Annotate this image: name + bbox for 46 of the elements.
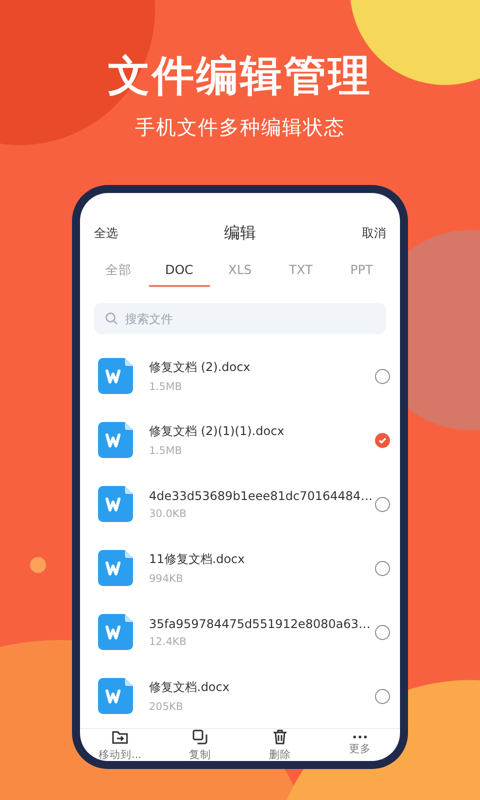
- file-name: 修复文档.docx: [149, 679, 230, 696]
- file-type-tab[interactable]: XLS: [210, 262, 270, 287]
- file-size: 12.4KB: [149, 636, 188, 648]
- background-dot: [30, 557, 46, 573]
- subheadline: 手机文件多种编辑状态: [135, 114, 345, 141]
- word-file-icon: [98, 678, 133, 714]
- file-type-tab[interactable]: PPT: [331, 262, 392, 287]
- folder-arrow-icon: [112, 729, 128, 745]
- action-button[interactable]: 移动到...: [85, 729, 155, 761]
- search-icon: [105, 312, 118, 325]
- word-file-icon: [98, 358, 133, 394]
- file-type-tab[interactable]: 全部: [88, 262, 149, 287]
- select-radio[interactable]: [375, 496, 390, 512]
- select-radio[interactable]: [375, 560, 390, 576]
- select-radio[interactable]: [375, 368, 390, 384]
- search-field[interactable]: 搜索文件: [94, 303, 386, 334]
- file-size: 994KB: [149, 573, 184, 585]
- action-button[interactable]: 复制: [165, 729, 235, 761]
- select-radio[interactable]: [375, 432, 390, 448]
- action-button[interactable]: 删除: [245, 729, 315, 761]
- cancel-link[interactable]: 取消: [362, 225, 386, 242]
- file-type-tab[interactable]: DOC: [148, 262, 210, 287]
- file-type-tab[interactable]: TXT: [270, 262, 332, 287]
- word-file-icon: [98, 550, 133, 586]
- file-name: 修复文档 (2).docx: [149, 359, 252, 376]
- file-name: 修复文档 (2)(1)(1).docx: [149, 423, 286, 440]
- select-radio[interactable]: [375, 688, 390, 704]
- word-file-icon: [98, 614, 133, 650]
- file-size: 205KB: [149, 701, 184, 713]
- file-size: 1.5MB: [149, 445, 183, 457]
- file-size: 1.5MB: [149, 381, 183, 393]
- copy-icon: [192, 729, 208, 745]
- select-all-link[interactable]: 全选: [94, 225, 118, 242]
- word-file-icon: [98, 486, 133, 522]
- screen-title: 编辑: [224, 223, 256, 244]
- more-icon: [353, 735, 367, 739]
- headline: 文件编辑管理: [108, 50, 372, 102]
- file-name: 11修复文档.docx: [149, 551, 246, 568]
- word-file-icon: [98, 422, 133, 458]
- action-button[interactable]: 更多: [325, 735, 395, 756]
- check-icon: [378, 436, 387, 444]
- select-radio[interactable]: [375, 624, 390, 640]
- trash-icon: [272, 729, 288, 745]
- file-name: 35fa959784475d551912e8080a63…: [149, 616, 372, 630]
- file-size: 30.0KB: [149, 508, 188, 520]
- file-name: 4de33d53689b1eee81dc70164484…: [149, 488, 374, 502]
